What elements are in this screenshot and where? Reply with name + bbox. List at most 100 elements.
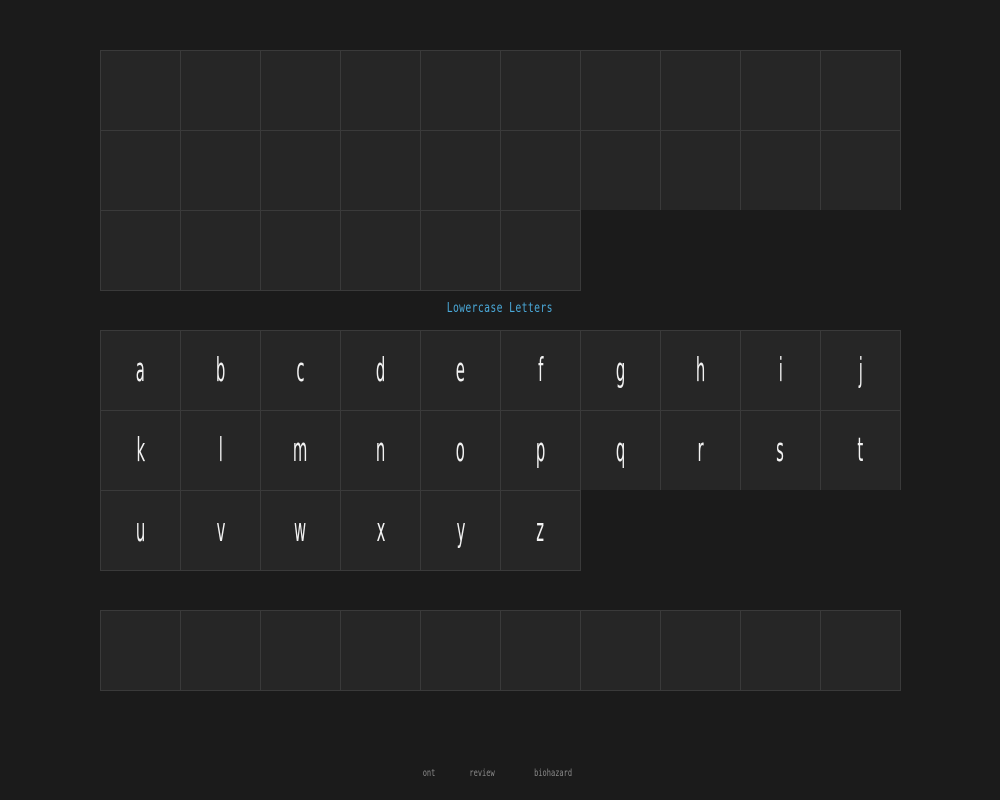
glyph-cell[interactable] xyxy=(660,610,740,691)
glyph-w: w xyxy=(294,510,307,550)
glyph-k: k xyxy=(136,430,145,470)
glyph-cell[interactable] xyxy=(180,130,260,210)
glyph-m: m xyxy=(293,430,308,470)
section-title: Lowercase Letters xyxy=(0,301,1000,316)
glyph-u: u xyxy=(135,510,146,550)
glyph-cell[interactable] xyxy=(100,130,180,210)
glyph-cell[interactable] xyxy=(180,210,260,291)
glyph-d: d xyxy=(375,350,386,390)
glyph-cell[interactable] xyxy=(260,130,340,210)
lowercase-glyph-grid: a b c d e f g h i j k l m n o p q r s t … xyxy=(100,330,901,571)
footer-link-biohazard[interactable]: biohazard xyxy=(534,768,572,779)
glyph-cell[interactable]: x xyxy=(340,490,420,571)
glyph-cell[interactable]: y xyxy=(420,490,500,571)
glyph-cell[interactable] xyxy=(820,50,901,130)
glyph-cell[interactable] xyxy=(100,50,180,130)
glyph-cell[interactable] xyxy=(740,610,820,691)
glyph-cell[interactable] xyxy=(660,130,740,210)
glyph-cell[interactable]: e xyxy=(420,330,500,410)
glyph-t: t xyxy=(857,430,864,470)
glyph-cell[interactable]: f xyxy=(500,330,580,410)
glyph-cell[interactable]: b xyxy=(180,330,260,410)
grid-row xyxy=(100,610,901,691)
glyph-cell[interactable] xyxy=(260,610,340,691)
glyph-cell[interactable]: u xyxy=(100,490,180,571)
glyph-o: o xyxy=(455,430,466,470)
glyph-cell[interactable]: z xyxy=(500,490,581,571)
glyph-b: b xyxy=(215,350,226,390)
glyph-e: e xyxy=(455,350,466,390)
glyph-i: i xyxy=(778,350,783,390)
glyph-cell[interactable]: t xyxy=(820,410,901,490)
glyph-cell[interactable] xyxy=(180,50,260,130)
grid-row: k l m n o p q r s t xyxy=(100,410,901,490)
glyph-cell[interactable] xyxy=(660,50,740,130)
glyph-cell[interactable] xyxy=(580,130,660,210)
glyph-cell[interactable]: i xyxy=(740,330,820,410)
glyph-cell[interactable] xyxy=(420,50,500,130)
grid-row xyxy=(100,130,901,210)
glyph-x: x xyxy=(376,510,385,550)
glyph-cell[interactable]: v xyxy=(180,490,260,571)
glyph-cell[interactable]: g xyxy=(580,330,660,410)
footer: ont review biohazard xyxy=(0,768,1000,779)
glyph-cell[interactable]: k xyxy=(100,410,180,490)
glyph-cell[interactable] xyxy=(420,210,500,291)
glyph-cell[interactable] xyxy=(340,130,420,210)
glyph-cell[interactable]: s xyxy=(740,410,820,490)
glyph-cell[interactable] xyxy=(500,210,581,291)
glyph-cell[interactable] xyxy=(260,210,340,291)
glyph-q: q xyxy=(615,430,626,470)
glyph-cell[interactable]: p xyxy=(500,410,580,490)
glyph-cell[interactable]: c xyxy=(260,330,340,410)
glyph-cell[interactable]: a xyxy=(100,330,180,410)
glyph-g: g xyxy=(615,350,626,390)
empty-glyph-grid-top xyxy=(100,50,901,291)
glyph-j: j xyxy=(858,350,863,390)
glyph-cell[interactable]: o xyxy=(420,410,500,490)
glyph-cell[interactable] xyxy=(100,210,180,291)
grid-row: a b c d e f g h i j xyxy=(100,330,901,410)
section-title-text: Lowercase Letters xyxy=(446,301,554,316)
glyph-cell[interactable]: l xyxy=(180,410,260,490)
footer-link-review[interactable]: review xyxy=(469,768,494,779)
glyph-cell[interactable]: q xyxy=(580,410,660,490)
glyph-cell[interactable] xyxy=(820,130,901,210)
glyph-p: p xyxy=(535,430,546,470)
glyph-cell[interactable] xyxy=(740,130,820,210)
glyph-cell[interactable] xyxy=(420,610,500,691)
glyph-s: s xyxy=(776,430,785,470)
glyph-cell[interactable]: h xyxy=(660,330,740,410)
glyph-cell[interactable] xyxy=(100,610,180,691)
glyph-cell[interactable] xyxy=(340,610,420,691)
glyph-n: n xyxy=(375,430,386,470)
grid-row xyxy=(100,210,901,291)
glyph-cell[interactable]: r xyxy=(660,410,740,490)
glyph-cell[interactable] xyxy=(500,50,580,130)
glyph-a: a xyxy=(135,350,146,390)
glyph-cell[interactable]: d xyxy=(340,330,420,410)
glyph-l: l xyxy=(218,430,223,470)
glyph-y: y xyxy=(456,510,465,550)
glyph-v: v xyxy=(216,510,225,550)
glyph-cell[interactable]: j xyxy=(820,330,901,410)
glyph-cell[interactable]: n xyxy=(340,410,420,490)
glyph-cell[interactable] xyxy=(740,50,820,130)
glyph-cell[interactable] xyxy=(580,50,660,130)
glyph-cell[interactable] xyxy=(500,610,580,691)
glyph-c: c xyxy=(296,350,305,390)
footer-link-font[interactable]: ont xyxy=(422,768,435,779)
glyph-cell[interactable] xyxy=(500,130,580,210)
glyph-cell[interactable] xyxy=(580,610,660,691)
glyph-r: r xyxy=(697,430,704,470)
empty-glyph-grid-bottom xyxy=(100,610,901,691)
grid-row: u v w x y z xyxy=(100,490,901,571)
glyph-cell[interactable] xyxy=(180,610,260,691)
glyph-cell[interactable] xyxy=(820,610,901,691)
glyph-cell[interactable] xyxy=(340,50,420,130)
glyph-cell[interactable] xyxy=(420,130,500,210)
glyph-cell[interactable]: m xyxy=(260,410,340,490)
glyph-cell[interactable] xyxy=(260,50,340,130)
glyph-cell[interactable]: w xyxy=(260,490,340,571)
glyph-cell[interactable] xyxy=(340,210,420,291)
